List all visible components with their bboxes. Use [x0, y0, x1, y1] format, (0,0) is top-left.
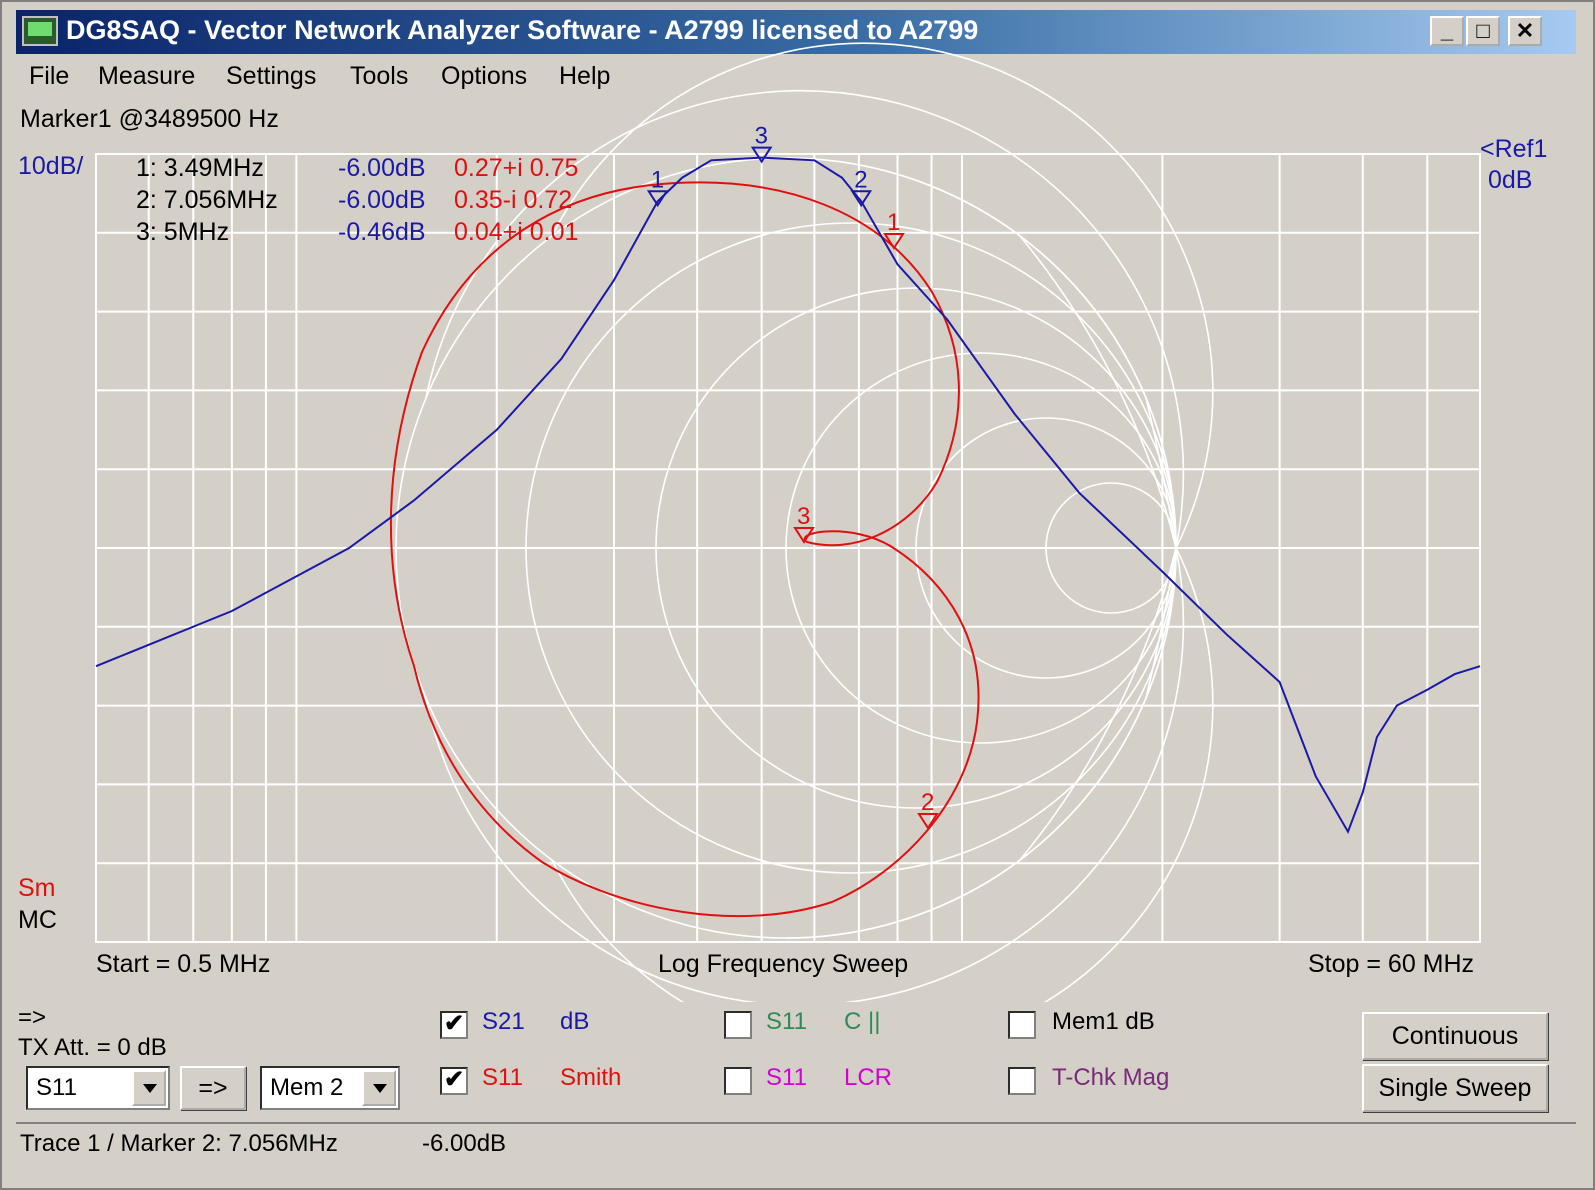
marker-3-z: 0.04+i 0.01 — [454, 218, 579, 246]
smith-reactance-arc — [551, 547, 1214, 1002]
smith-reactance-arc — [425, 547, 1185, 1002]
app-window: DG8SAQ - Vector Network Analyzer Softwar… — [0, 0, 1595, 1190]
s11-smith-param: S11 — [482, 1064, 523, 1091]
s11-c-checkbox[interactable] — [724, 1011, 752, 1039]
ref-label[interactable]: <Ref1 — [1480, 135, 1547, 164]
s11-smith-checkbox[interactable]: ✔ — [440, 1067, 468, 1095]
s21-db-checkbox[interactable]: ✔ — [440, 1011, 468, 1039]
marker-2-db: -6.00dB — [338, 186, 426, 214]
s21-db-trace — [95, 156, 1481, 835]
marker-1-label: 1 — [887, 209, 900, 236]
vna-plot[interactable]: 1 23123 — [2, 2, 1595, 1002]
memory-select[interactable]: Mem 2 — [260, 1066, 400, 1110]
scale-label: 10dB/ — [18, 152, 84, 180]
sweep-label: Log Frequency Sweep — [658, 950, 909, 978]
status-trace: Trace 1 / Marker 2: 7.056MHz — [20, 1130, 338, 1157]
sm-label: Sm — [18, 874, 56, 902]
continuous-button[interactable]: Continuous — [1362, 1012, 1548, 1060]
mc-label: MC — [18, 906, 57, 934]
marker-3-name: 3: 5MHz — [136, 218, 230, 246]
tchk-mag-label: T-Chk Mag — [1052, 1064, 1170, 1091]
marker-2-z: 0.35-i 0.72 — [454, 186, 573, 214]
marker-2-name: 2: 7.056MHz — [136, 186, 278, 214]
s11-lcr-checkbox[interactable] — [724, 1067, 752, 1095]
marker-1-name: 1: 3.49MHz — [136, 154, 264, 182]
marker-1-label: 1 — [651, 166, 664, 193]
start-label: Start = 0.5 MHz — [96, 950, 271, 978]
memory-select-value: Mem 2 — [270, 1074, 344, 1101]
s21-db-mode: dB — [560, 1008, 590, 1035]
s11-lcr-param: S11 — [766, 1064, 807, 1091]
status-value: -6.00dB — [422, 1130, 507, 1157]
smith-reactance-arc — [551, 42, 1214, 549]
chevron-down-icon[interactable] — [362, 1070, 396, 1106]
transfer-button[interactable]: => — [180, 1066, 246, 1110]
tchk-mag-checkbox[interactable] — [1008, 1067, 1036, 1095]
s11-lcr-mode: LCR — [844, 1064, 893, 1091]
ref-value: 0dB — [1488, 166, 1533, 194]
mem1-db-checkbox[interactable] — [1008, 1011, 1036, 1039]
s11-smith-mode: Smith — [560, 1064, 622, 1091]
marker-1-z: 0.27+i 0.75 — [454, 154, 579, 182]
marker-2-label: 2 — [921, 789, 934, 816]
trace-select[interactable]: S11 — [26, 1066, 170, 1110]
chevron-down-icon[interactable] — [132, 1070, 166, 1106]
mem1-db-label: Mem1 dB — [1052, 1008, 1155, 1035]
s11-c-param: S11 — [766, 1008, 807, 1035]
arrow-label: => — [18, 1004, 47, 1031]
single-sweep-button[interactable]: Single Sweep — [1362, 1064, 1548, 1112]
marker-3-db: -0.46dB — [338, 218, 426, 246]
marker-3-label: 3 — [755, 123, 768, 150]
marker-2-label: 2 — [854, 166, 867, 193]
marker-1-db: -6.00dB — [338, 154, 426, 182]
s11-c-mode: C || — [844, 1008, 881, 1035]
stop-label: Stop = 60 MHz — [1308, 950, 1475, 978]
marker-3-label: 3 — [797, 503, 810, 530]
trace-select-value: S11 — [36, 1074, 77, 1101]
status-bar: Trace 1 / Marker 2: 7.056MHz -6.00dB — [16, 1122, 1576, 1162]
tx-att-label: TX Att. = 0 dB — [18, 1034, 167, 1061]
s21-db-param: S21 — [482, 1008, 525, 1035]
